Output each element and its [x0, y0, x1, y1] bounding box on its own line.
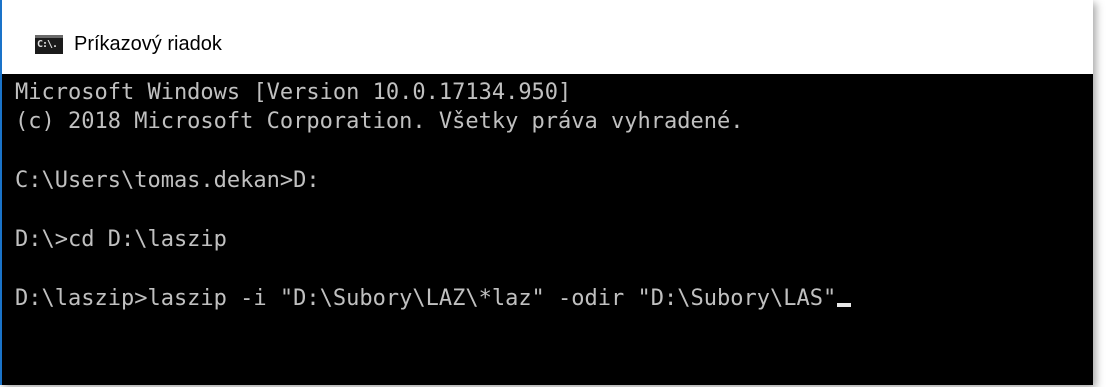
title-bar[interactable]: C:\. Príkazový riadok	[2, 0, 1093, 74]
console-command-text: D:\laszip>laszip -i "D:\Subory\LAZ\*laz"…	[15, 285, 837, 311]
console-line: Microsoft Windows [Version 10.0.17134.95…	[15, 80, 572, 105]
console-line: (c) 2018 Microsoft Corporation. Všetky p…	[15, 109, 744, 135]
command-prompt-window: C:\. Príkazový riadok Microsoft Windows …	[0, 0, 1093, 385]
console-command-line[interactable]: D:\laszip>laszip -i "D:\Subory\LAZ\*laz"…	[15, 284, 1093, 313]
console-output[interactable]: Microsoft Windows [Version 10.0.17134.95…	[2, 74, 1093, 385]
cmd-icon-glyph: C:\.	[37, 39, 58, 50]
text-cursor	[837, 302, 852, 307]
cmd-icon[interactable]: C:\.	[35, 35, 63, 54]
console-line: D:\>cd D:\laszip	[15, 226, 227, 252]
console-line: C:\Users\tomas.dekan>D:	[15, 168, 320, 194]
window-title: Príkazový riadok	[74, 33, 222, 55]
